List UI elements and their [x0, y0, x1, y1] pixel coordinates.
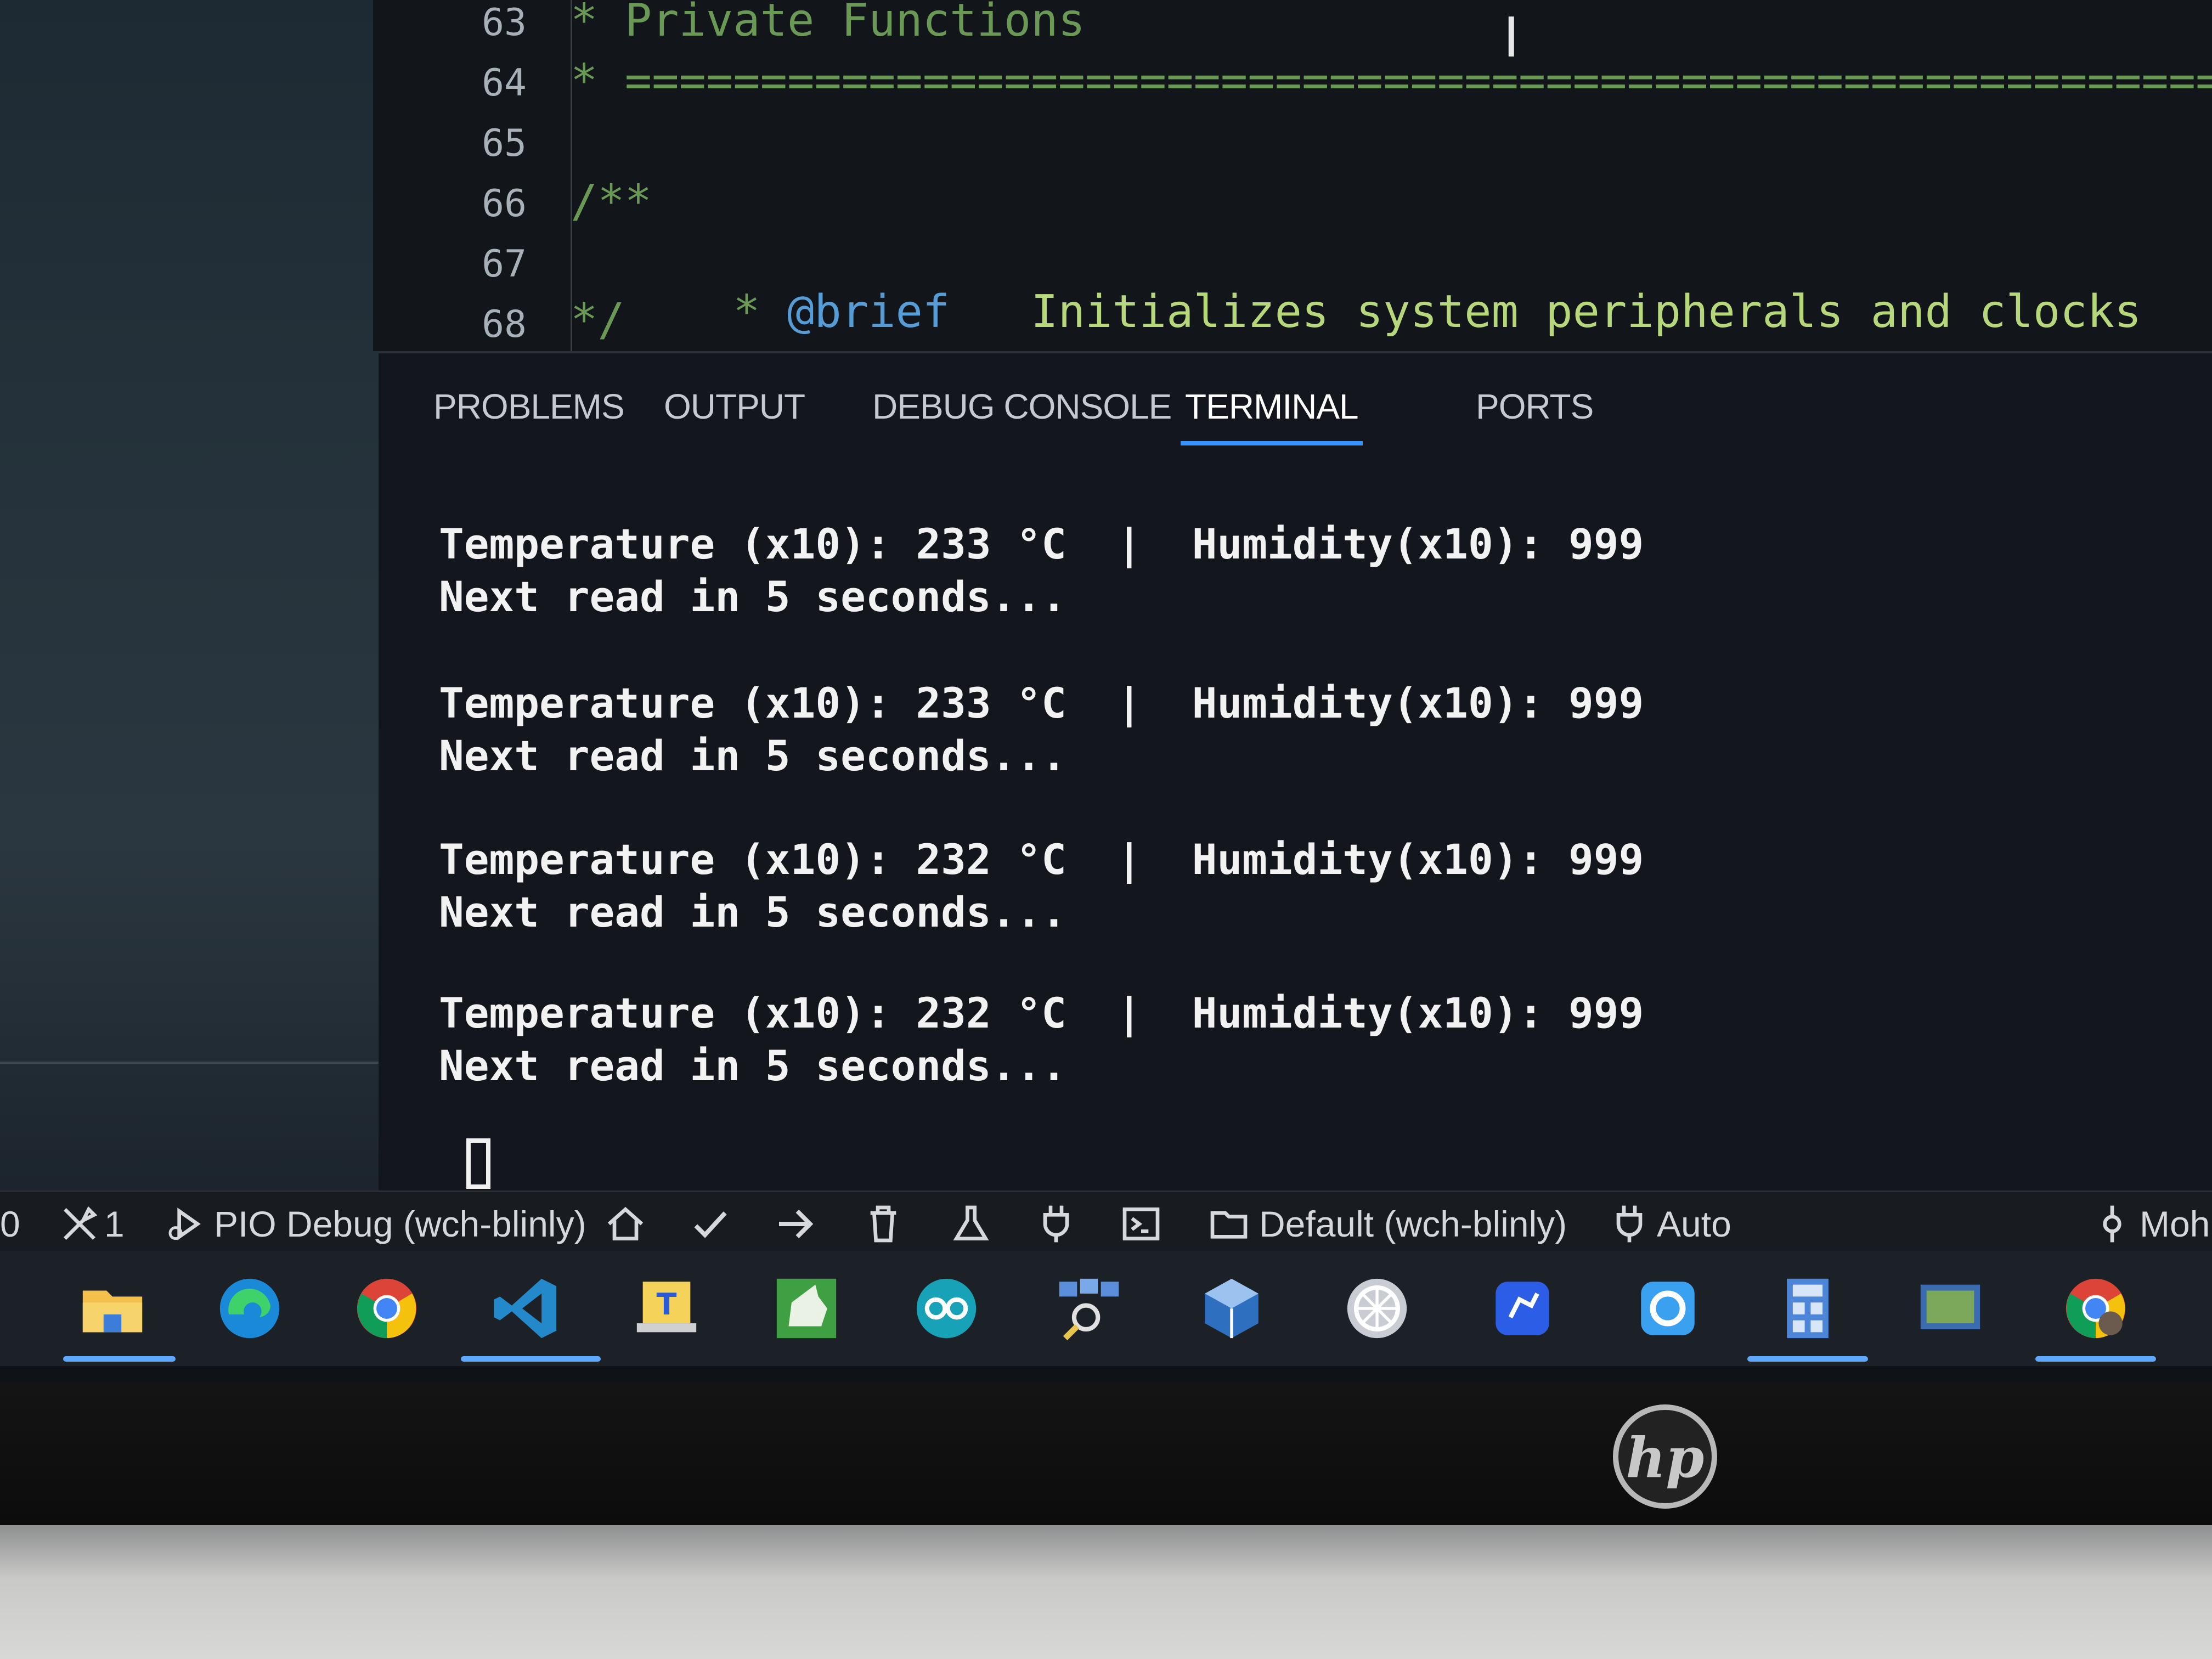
chrome-profile-icon[interactable] [2060, 1273, 2131, 1344]
status-tools-count[interactable]: 1 [104, 1202, 125, 1246]
sidebar [0, 0, 384, 1201]
terminal-cursor [466, 1138, 490, 1189]
virtualbox-icon[interactable] [1196, 1273, 1267, 1344]
status-bar: 0 1 PIO Debug (wch-blinly) Default (wch-… [0, 1190, 2212, 1251]
sync-app-icon[interactable] [1632, 1273, 1703, 1344]
chrome-browser-icon[interactable] [351, 1273, 422, 1344]
project-env-folder-icon[interactable] [1207, 1202, 1251, 1246]
vscode-icon[interactable] [491, 1273, 562, 1344]
doc-tag: @brief [787, 286, 950, 338]
hp-logo-icon: hp [1613, 1404, 1717, 1509]
board-app-icon[interactable] [1915, 1273, 1986, 1344]
line-number: 66 [482, 182, 527, 225]
text-cursor-icon: I [1503, 5, 1520, 70]
next-read-line: Next read in 5 seconds... [439, 888, 1066, 936]
sidebar-divider [0, 1062, 384, 1064]
line-number: 65 [482, 122, 527, 165]
temperature-line: Temperature (x10): 233 °C | Humidity(x10… [439, 679, 1644, 727]
tools-icon[interactable] [58, 1202, 101, 1246]
port-plug-icon[interactable] [1607, 1202, 1651, 1246]
tab-ports[interactable]: PORTS [1476, 386, 1594, 427]
tab-output[interactable]: OUTPUT [664, 386, 805, 427]
status-port-auto[interactable]: Auto [1657, 1202, 1731, 1246]
tab-debug-console[interactable]: DEBUG CONSOLE [872, 386, 1172, 427]
temperature-line: Temperature (x10): 233 °C | Humidity(x10… [439, 520, 1644, 568]
doc-description: Initializes system peripherals and clock… [950, 286, 2142, 338]
laptop-base [0, 1525, 2212, 1659]
tab-problems[interactable]: PROBLEMS [433, 386, 625, 427]
code-line[interactable]: * ======================================… [571, 55, 2212, 107]
network-tool-icon[interactable] [1053, 1273, 1125, 1344]
comment-star: * [733, 286, 787, 338]
next-read-line: Next read in 5 seconds... [439, 1041, 1066, 1090]
debug-run-icon[interactable] [165, 1202, 208, 1246]
line-number: 67 [482, 242, 527, 286]
status-project-env[interactable]: Default (wch-blinly) [1259, 1202, 1567, 1246]
blue-app-icon[interactable] [1487, 1273, 1558, 1344]
laptop-bezel [0, 1383, 2212, 1525]
code-line[interactable]: */ [571, 294, 625, 346]
status-errors-count[interactable]: 0 [0, 1202, 20, 1246]
next-read-line: Next read in 5 seconds... [439, 731, 1066, 780]
active-indicator [63, 1356, 176, 1362]
temperature-line: Temperature (x10): 232 °C | Humidity(x10… [439, 835, 1644, 884]
terminal-entry: Temperature (x10): 233 °C | Humidity(x10… [439, 677, 1644, 782]
code-line[interactable]: /** [571, 176, 652, 228]
new-terminal-icon[interactable] [1119, 1202, 1163, 1246]
edge-browser-icon[interactable] [214, 1273, 285, 1344]
laptop-screen: 63 * Private Functions 64 * ============… [0, 0, 2212, 1383]
status-user[interactable]: Moh [2140, 1202, 2210, 1246]
temperature-line: Temperature (x10): 232 °C | Humidity(x10… [439, 989, 1644, 1037]
upload-arrow-icon[interactable] [774, 1202, 817, 1246]
calculator-icon[interactable] [1772, 1273, 1843, 1344]
bottom-panel: PROBLEMS OUTPUT DEBUG CONSOLE TERMINAL P… [379, 351, 2212, 1201]
build-check-icon[interactable] [689, 1202, 732, 1246]
windows-taskbar: T [0, 1251, 2212, 1366]
serial-monitor-plug-icon[interactable] [1034, 1202, 1078, 1246]
tab-terminal[interactable]: TERMINAL [1181, 386, 1363, 445]
next-read-line: Next read in 5 seconds... [439, 572, 1066, 621]
code-line[interactable]: * Private Functions [571, 0, 1085, 47]
git-commit-icon[interactable] [2090, 1202, 2134, 1246]
active-indicator [1747, 1356, 1868, 1362]
typora-icon[interactable]: T [631, 1273, 702, 1344]
svg-text:T: T [657, 1287, 677, 1322]
line-number: 68 [482, 303, 527, 346]
wheel-app-icon[interactable] [1341, 1273, 1413, 1344]
terminal-entry: Temperature (x10): 232 °C | Humidity(x10… [439, 833, 1644, 939]
terminal-entry: Temperature (x10): 232 °C | Humidity(x10… [439, 987, 1644, 1092]
green-app-icon[interactable] [771, 1273, 842, 1344]
arduino-icon[interactable] [911, 1273, 982, 1344]
terminal-entry: Temperature (x10): 233 °C | Humidity(x10… [439, 518, 1644, 623]
home-icon[interactable] [603, 1202, 647, 1246]
file-explorer-icon[interactable] [77, 1273, 148, 1344]
clean-trash-icon[interactable] [861, 1202, 905, 1246]
test-flask-icon[interactable] [949, 1202, 993, 1246]
code-editor[interactable]: 63 * Private Functions 64 * ============… [373, 0, 2212, 351]
active-indicator [461, 1356, 601, 1362]
line-number: 64 [482, 61, 527, 105]
active-indicator [2035, 1356, 2156, 1362]
status-debug-config[interactable]: PIO Debug (wch-blinly) [214, 1202, 586, 1246]
line-number: 63 [482, 1, 527, 44]
